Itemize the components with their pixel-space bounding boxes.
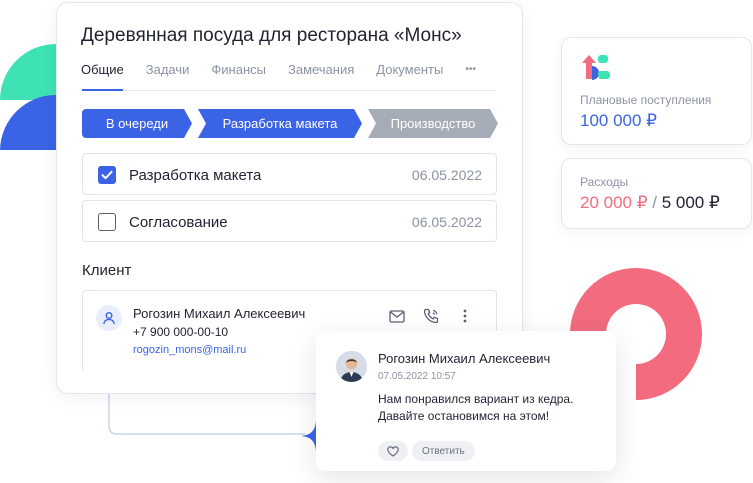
- tab-more[interactable]: •••: [465, 64, 476, 77]
- task-label: Согласование: [129, 214, 228, 231]
- tab-divider: [82, 90, 495, 91]
- stage-label: В очереди: [105, 116, 169, 131]
- tab-documents[interactable]: Документы: [376, 62, 443, 77]
- app-logo-icon: [582, 55, 610, 80]
- task-item: Разработка макета 06.05.2022: [82, 153, 497, 195]
- blue-decor-shape: [0, 95, 56, 150]
- comment-author: Рогозин Михаил Алексеевич: [378, 351, 551, 366]
- income-value: 100 000 ₽: [580, 111, 657, 130]
- expenses-separator: /: [647, 193, 662, 212]
- reply-button[interactable]: Ответить: [412, 441, 475, 461]
- task-date: 06.05.2022: [411, 167, 482, 183]
- stage-queue[interactable]: В очереди: [82, 109, 192, 138]
- expenses-total: 5 000 ₽: [661, 193, 720, 212]
- mail-icon[interactable]: [387, 306, 407, 326]
- task-item: Согласование 06.05.2022: [82, 200, 497, 242]
- project-title: Деревянная посуда для ресторана «Монс»: [81, 25, 462, 46]
- more-vertical-icon[interactable]: [455, 306, 475, 326]
- stage-label: Производство: [390, 116, 476, 131]
- avatar: [336, 351, 367, 382]
- stage-layout[interactable]: Разработка макета: [198, 109, 362, 138]
- checkbox-checked[interactable]: [98, 166, 116, 184]
- client-section-title: Клиент: [82, 262, 132, 279]
- task-label: Разработка макета: [129, 167, 262, 184]
- income-label: Плановые поступления: [580, 93, 712, 107]
- tab-remarks[interactable]: Замечания: [288, 62, 354, 77]
- stage-production[interactable]: Производство: [368, 109, 498, 138]
- expenses-card: Расходы 20 000 ₽ / 5 000 ₽: [561, 158, 752, 229]
- heart-icon: [387, 445, 399, 457]
- expenses-value: 20 000 ₽ / 5 000 ₽: [580, 193, 720, 213]
- tab-tasks[interactable]: Задачи: [146, 62, 190, 77]
- user-icon: [96, 305, 122, 331]
- checkbox-unchecked[interactable]: [98, 213, 116, 231]
- green-decor-shape: [0, 44, 56, 100]
- client-phone: +7 900 000-00-10: [133, 325, 229, 339]
- tab-finance[interactable]: Финансы: [211, 62, 266, 77]
- phone-icon[interactable]: [421, 306, 441, 326]
- income-card: Плановые поступления 100 000 ₽: [561, 37, 752, 145]
- like-button[interactable]: [378, 441, 408, 461]
- comment-timestamp: 07.05.2022 10:57: [378, 371, 456, 382]
- tab-general[interactable]: Общие: [81, 62, 124, 77]
- check-icon: [101, 170, 113, 180]
- active-tab-indicator: [82, 89, 123, 91]
- client-email-link[interactable]: rogozin_mons@mail.ru: [133, 344, 246, 356]
- tab-bar: Общие Задачи Финансы Замечания Документы…: [81, 62, 498, 77]
- expenses-label: Расходы: [580, 175, 629, 189]
- client-name: Рогозин Михаил Алексеевич: [133, 306, 306, 321]
- expenses-spent: 20 000 ₽: [580, 193, 648, 212]
- stage-label: Разработка макета: [222, 116, 338, 131]
- comment-text: Нам понравился вариант из кедра. Давайте…: [378, 392, 574, 423]
- task-date: 06.05.2022: [411, 214, 482, 230]
- comment-popup: Рогозин Михаил Алексеевич 07.05.2022 10:…: [316, 331, 616, 471]
